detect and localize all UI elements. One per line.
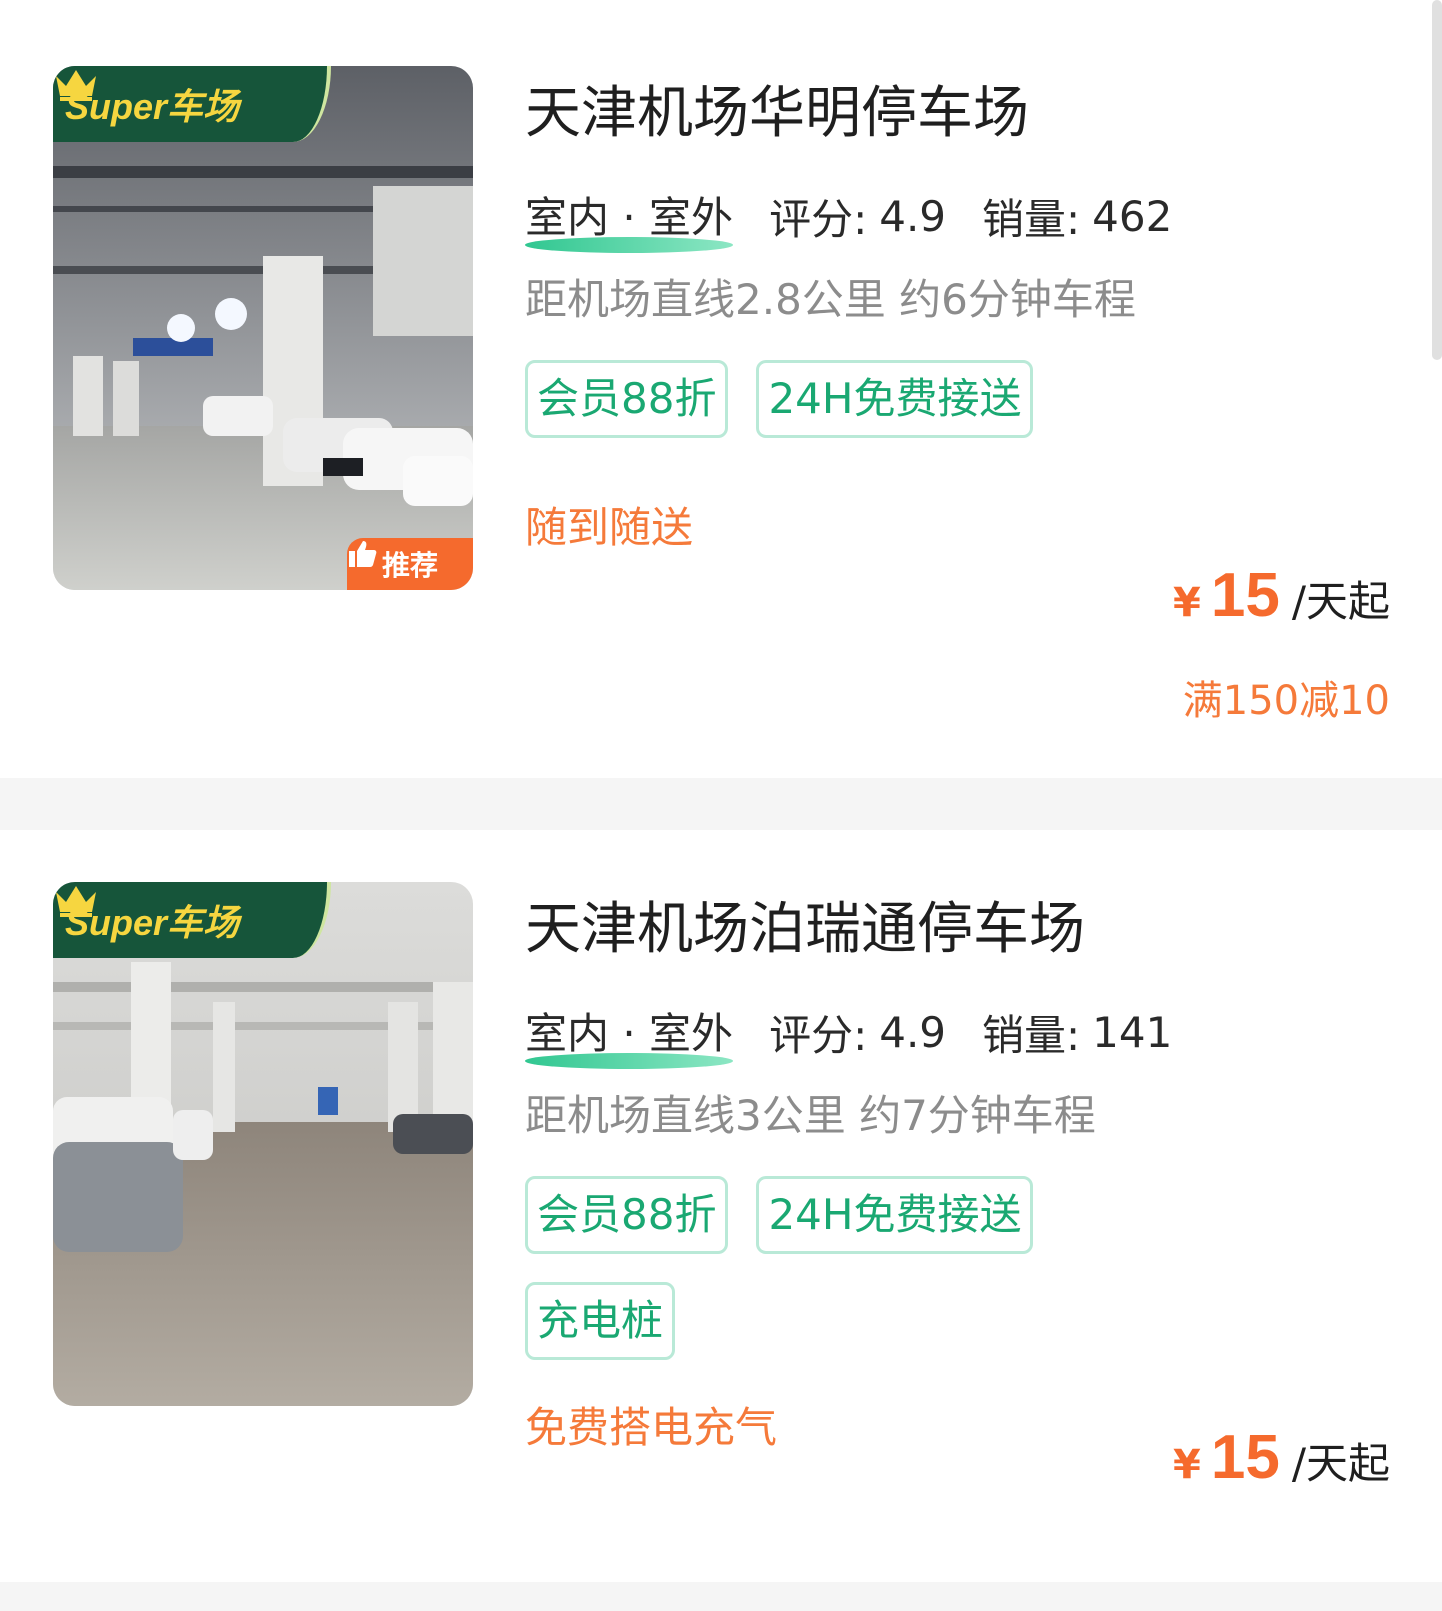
sales-value: 141 — [1092, 1007, 1173, 1057]
rating-value: 4.9 — [879, 191, 947, 241]
parking-lot-list: Super车场 推荐 天津机场华明停车场 室内 · 室外 评分: 4.9 销量:… — [0, 0, 1442, 1611]
parking-lot-name: 天津机场泊瑞通停车场 — [525, 897, 1085, 962]
parking-lot-info: 天津机场华明停车场 室内 · 室外 评分: 4.9 销量: 462 距机场直线2… — [525, 78, 1392, 556]
currency-symbol: ¥ — [1173, 580, 1201, 626]
service-tags: 会员88折 24H免费接送 充电桩 — [525, 1176, 1085, 1360]
parking-lot-photo[interactable]: Super车场 — [53, 882, 473, 1406]
price-display: ¥ 15 /天起 — [1173, 1422, 1390, 1493]
environment-type-label: 室内 · 室外 — [525, 1008, 734, 1058]
parking-lot-name: 天津机场华明停车场 — [525, 81, 1029, 146]
price-amount: 15 — [1210, 561, 1280, 630]
thumbs-up-icon — [349, 541, 377, 567]
recommend-badge-label: 推荐 — [381, 549, 438, 582]
tag-member-discount: 会员88折 — [525, 1176, 729, 1254]
rating-label: 评分: — [769, 1010, 868, 1060]
price-amount: 15 — [1210, 1423, 1280, 1492]
parking-garage-image — [53, 882, 473, 1406]
service-note: 随到随送 — [525, 503, 694, 552]
price-display: ¥ 15 /天起 — [1173, 560, 1390, 631]
parking-lot-info: 天津机场泊瑞通停车场 室内 · 室外 评分: 4.9 销量: 141 距机场直线… — [525, 894, 1392, 1456]
crown-icon — [56, 70, 96, 101]
parking-garage-image — [53, 66, 473, 590]
currency-symbol: ¥ — [1173, 1442, 1201, 1488]
parking-lot-meta: 室内 · 室外 评分: 4.9 销量: 141 — [525, 1004, 1392, 1069]
parking-lot-card[interactable]: Super车场 推荐 天津机场华明停车场 室内 · 室外 评分: 4.9 销量:… — [0, 0, 1442, 778]
parking-lot-meta: 室内 · 室外 评分: 4.9 销量: 462 — [525, 188, 1392, 253]
crown-icon — [56, 886, 96, 917]
recommend-badge: 推荐 — [347, 538, 473, 590]
service-tags: 会员88折 24H免费接送 — [525, 360, 1085, 438]
environment-type: 室内 · 室外 — [525, 1000, 734, 1069]
sales-label: 销量: — [982, 1010, 1081, 1060]
promo-text: 满150减10 — [1182, 678, 1390, 724]
tag-free-shuttle: 24H免费接送 — [756, 360, 1034, 438]
super-parking-badge: Super车场 — [53, 66, 331, 142]
environment-type: 室内 · 室外 — [525, 184, 734, 253]
tag-member-discount: 会员88折 — [525, 360, 729, 438]
sales-label: 销量: — [982, 194, 1081, 244]
super-parking-badge: Super车场 — [53, 882, 331, 958]
distance-text: 距机场直线3公里 约7分钟车程 — [525, 1091, 1096, 1140]
sales-value: 462 — [1092, 191, 1173, 241]
rating-value: 4.9 — [879, 1007, 947, 1057]
tag-free-shuttle: 24H免费接送 — [756, 1176, 1034, 1254]
environment-type-label: 室内 · 室外 — [525, 192, 734, 242]
rating-label: 评分: — [769, 194, 868, 244]
price-unit: /天起 — [1291, 577, 1390, 626]
tag-charging-station: 充电桩 — [525, 1282, 676, 1360]
scrollbar[interactable] — [1432, 0, 1442, 360]
price-unit: /天起 — [1291, 1439, 1390, 1488]
distance-text: 距机场直线2.8公里 约6分钟车程 — [525, 275, 1136, 324]
parking-lot-photo[interactable]: Super车场 推荐 — [53, 66, 473, 590]
